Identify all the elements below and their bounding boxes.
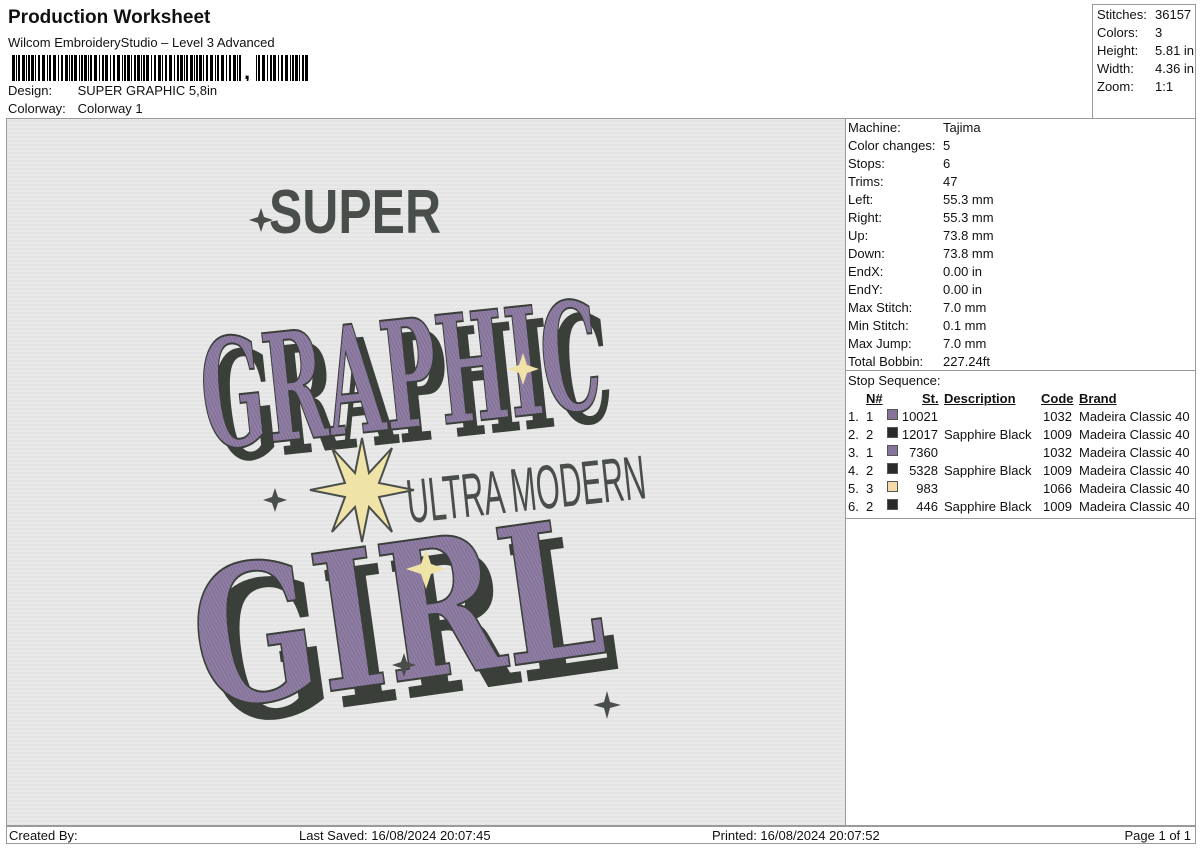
stop-brand: Madeira Classic 40 <box>1079 445 1190 460</box>
summary-zoom: Zoom: 1:1 <box>1097 79 1174 94</box>
stop-index: 3. <box>848 445 859 460</box>
colorway-value: Colorway 1 <box>77 101 143 116</box>
last-saved: Last Saved: 16/08/2024 20:07:45 <box>299 828 491 843</box>
machine-row: Trims: 47 <box>848 174 958 189</box>
machine-row: Min Stitch: 0.1 mm <box>848 318 987 333</box>
design-preview: SUPER GRAPHIC GRAPHIC ULTRA MODERN GIRL … <box>6 118 846 826</box>
stop-brand: Madeira Classic 40 <box>1079 481 1190 496</box>
embroidery-artwork: SUPER GRAPHIC GRAPHIC ULTRA MODERN GIRL … <box>7 119 845 825</box>
created-by: Created By: <box>9 828 78 843</box>
color-swatch <box>887 427 898 438</box>
stop-needle: 2 <box>866 427 874 442</box>
printed-date: Printed: 16/08/2024 20:07:52 <box>712 828 880 843</box>
machine-row: Left: 55.3 mm <box>848 192 994 207</box>
summary-width: Width: 4.36 in <box>1097 61 1195 76</box>
stop-row: 1. 1 10021 1032 Madeira Classic 40 <box>846 409 1195 427</box>
worksheet-footer: Created By: Last Saved: 16/08/2024 20:07… <box>6 826 1196 844</box>
stop-description: Sapphire Black <box>944 499 1032 514</box>
stop-brand: Madeira Classic 40 <box>1079 463 1190 478</box>
details-panel: Machine: Tajima Color changes: 5 Stops: 6 T… <box>845 118 1196 826</box>
machine-row: Color changes: 5 <box>848 138 951 153</box>
machine-row: Machine: Tajima <box>848 120 981 135</box>
summary-stitches: Stitches: 36157 <box>1097 7 1192 22</box>
stop-row: 2. 2 12017 Sapphire Black 1009 Madeira Classi… <box>846 427 1195 445</box>
machine-row: Max Jump: 7.0 mm <box>848 336 987 351</box>
header-brand: Brand <box>1079 391 1117 406</box>
stop-index: 1. <box>848 409 859 424</box>
summary-height: Height: 5.81 in <box>1097 43 1195 58</box>
stop-code: 1032 <box>1043 445 1072 460</box>
stop-row: 3. 1 7360 1032 Madeira Classic 40 <box>846 445 1195 463</box>
machine-row: EndX: 0.00 in <box>848 264 983 279</box>
color-swatch <box>887 481 898 492</box>
colorway-label: Colorway: <box>8 101 66 116</box>
svg-text:,: , <box>244 59 250 81</box>
stop-needle: 3 <box>866 481 874 496</box>
stop-row: 5. 3 983 1066 Madeira Classic 40 <box>846 481 1195 499</box>
machine-row: Max Stitch: 7.0 mm <box>848 300 987 315</box>
design-value: SUPER GRAPHIC 5,8in <box>77 83 218 98</box>
stop-stitches: 7360 <box>909 445 938 460</box>
stop-stitches: 10021 <box>901 409 938 424</box>
summary-colors: Colors: 3 <box>1097 25 1163 40</box>
machine-row: Total Bobbin: 227.24ft <box>848 354 990 369</box>
software-name: Wilcom EmbroideryStudio – Level 3 Advanc… <box>8 35 275 50</box>
stop-index: 6. <box>848 499 859 514</box>
stop-brand: Madeira Classic 40 <box>1079 499 1190 514</box>
machine-row: EndY: 0.00 in <box>848 282 983 297</box>
header-st: St. <box>922 391 939 406</box>
stop-row: 6. 2 446 Sapphire Black 1009 Madeira Classic … <box>846 499 1195 517</box>
color-swatch <box>887 463 898 474</box>
stop-index: 4. <box>848 463 859 478</box>
machine-row: Stops: 6 <box>848 156 951 171</box>
stop-stitches: 983 <box>916 481 938 496</box>
design-label: Design: <box>8 83 53 98</box>
header-description: Description <box>944 391 1016 406</box>
color-swatch <box>887 499 898 510</box>
stop-code: 1032 <box>1043 409 1072 424</box>
machine-row: Down: 73.8 mm <box>848 246 994 261</box>
stop-code: 1009 <box>1043 427 1072 442</box>
stop-row: 4. 2 5328 Sapphire Black 1009 Madeira Classic… <box>846 463 1195 481</box>
worksheet-header: Production Worksheet Wilcom EmbroiderySt… <box>6 4 1092 118</box>
stop-brand: Madeira Classic 40 <box>1079 409 1190 424</box>
page-number: Page 1 of 1 <box>1124 828 1192 843</box>
stop-code: 1066 <box>1043 481 1072 496</box>
stop-code: 1009 <box>1043 463 1072 478</box>
machine-row: Up: 73.8 mm <box>848 228 994 243</box>
stop-needle: 1 <box>866 409 874 424</box>
stop-index: 2. <box>848 427 859 442</box>
barcode: , <box>12 55 308 81</box>
word-super: SUPER <box>269 178 441 247</box>
stop-sequence: Stop Sequence: N# St. Description Code B… <box>846 371 1195 519</box>
stop-description: Sapphire Black <box>944 463 1032 478</box>
stop-brand: Madeira Classic 40 <box>1079 427 1190 442</box>
machine-row: Right: 55.3 mm <box>848 210 994 225</box>
stop-needle: 2 <box>866 463 874 478</box>
stop-stitches: 446 <box>916 499 938 514</box>
header-n: N# <box>866 391 883 406</box>
stop-needle: 2 <box>866 499 874 514</box>
color-swatch <box>887 445 898 456</box>
colorway-row: Colorway: Colorway 1 <box>8 101 143 116</box>
design-summary: Stitches: 36157 Colors: 3 Height: 5.81 in W… <box>1092 4 1196 118</box>
header-code: Code <box>1041 391 1074 406</box>
page-title: Production Worksheet <box>8 7 211 28</box>
stop-index: 5. <box>848 481 859 496</box>
stop-needle: 1 <box>866 445 874 460</box>
color-swatch <box>887 409 898 420</box>
machine-info: Machine: Tajima Color changes: 5 Stops: 6 T… <box>846 119 1195 371</box>
stop-description: Sapphire Black <box>944 427 1032 442</box>
design-row: Design: SUPER GRAPHIC 5,8in <box>8 83 217 98</box>
stop-stitches: 12017 <box>901 427 938 442</box>
stop-code: 1009 <box>1043 499 1072 514</box>
stop-stitches: 5328 <box>909 463 938 478</box>
stop-sequence-label: Stop Sequence: <box>848 373 941 388</box>
production-worksheet: Production Worksheet Wilcom EmbroiderySt… <box>0 0 1200 848</box>
